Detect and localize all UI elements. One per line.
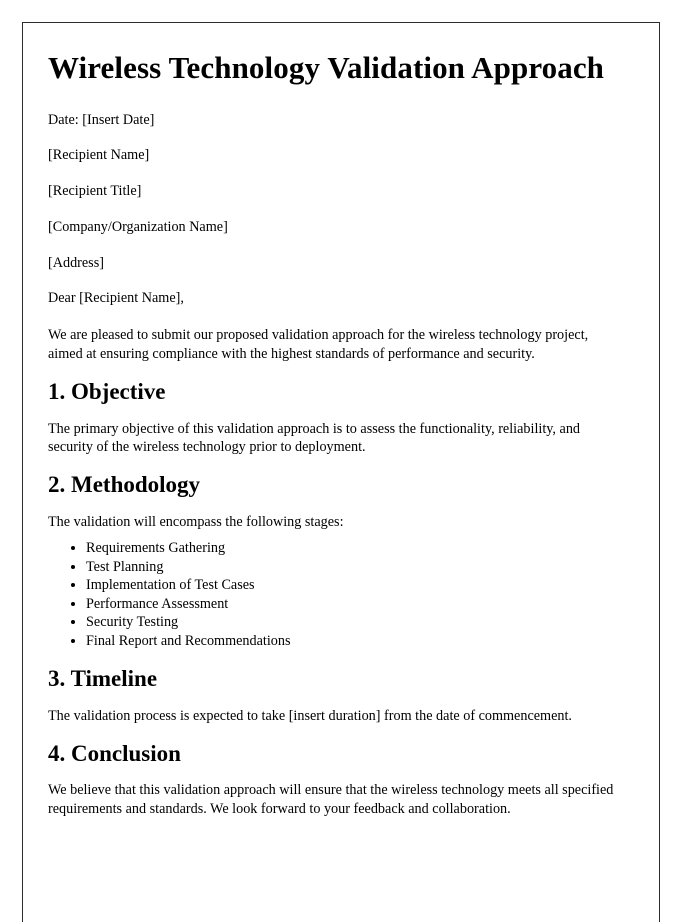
list-item: Test Planning — [86, 558, 633, 576]
list-item: Implementation of Test Cases — [86, 576, 633, 594]
methodology-stage-list: Requirements Gathering Test Planning Imp… — [48, 539, 633, 650]
header-line-recipient-name: [Recipient Name] — [48, 147, 150, 164]
page-title: Wireless Technology Validation Approach — [48, 50, 605, 85]
section-heading-timeline: 3. Timeline — [48, 666, 158, 692]
header-line-date: Date: [Insert Date] — [48, 111, 155, 128]
section-conclusion: 4. Conclusion We believe that this valid… — [48, 741, 633, 818]
section-body-timeline: The validation process is expected to ta… — [48, 707, 572, 724]
section-objective: 1. Objective The primary objective of th… — [48, 379, 633, 456]
intro-paragraph: We are pleased to submit our proposed va… — [48, 327, 589, 362]
header-line-company: [Company/Organization Name] — [48, 218, 228, 235]
section-methodology: 2. Methodology The validation will encom… — [48, 472, 633, 650]
section-heading-methodology: 2. Methodology — [48, 472, 201, 498]
list-item: Security Testing — [86, 613, 633, 631]
letter-header-block: Date: [Insert Date] [Recipient Name] [Re… — [48, 112, 633, 273]
section-timeline: 3. Timeline The validation process is ex… — [48, 666, 633, 725]
section-heading-objective: 1. Objective — [48, 379, 166, 405]
document-page: Wireless Technology Validation Approach … — [22, 22, 660, 922]
list-item: Performance Assessment — [86, 595, 633, 613]
header-line-recipient-title: [Recipient Title] — [48, 183, 142, 200]
list-item: Final Report and Recommendations — [86, 632, 633, 650]
salutation: Dear [Recipient Name], — [48, 290, 184, 307]
section-body-conclusion: We believe that this validation approach… — [48, 782, 614, 817]
section-body-objective: The primary objective of this validation… — [48, 420, 581, 456]
list-item: Requirements Gathering — [86, 539, 633, 557]
header-line-address: [Address] — [48, 254, 104, 271]
section-body-methodology: The validation will encompass the follow… — [48, 513, 344, 530]
section-heading-conclusion: 4. Conclusion — [48, 740, 181, 766]
